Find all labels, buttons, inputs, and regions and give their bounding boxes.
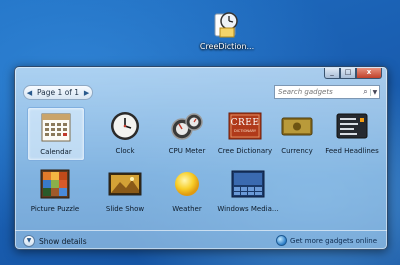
chevron-left-icon[interactable]: ◀ (24, 89, 35, 97)
gadget-tile-cpu-meter[interactable]: CPU Meter (159, 107, 215, 159)
gadget-label: Feed Headlines (325, 147, 379, 155)
gadget-tile-currency[interactable]: Currency (269, 107, 325, 159)
gadget-tile-clock[interactable]: Clock (97, 107, 153, 159)
gadget-tile-picture-puzzle[interactable]: Picture Puzzle (27, 165, 83, 217)
gadget-tile-windows-media[interactable]: Windows Media... (215, 165, 281, 217)
gadget-label: Weather (172, 205, 202, 213)
gadget-tile-slide-show[interactable]: Slide Show (97, 165, 153, 217)
gadget-label: Cree Dictionary (217, 147, 273, 155)
gadget-tile-cree-dictionary[interactable]: CREE DICTIONARY Cree Dictionary (217, 107, 273, 159)
get-more-gadgets-link[interactable]: Get more gadgets online (276, 235, 377, 246)
chevron-down-icon[interactable]: ▼ (23, 235, 35, 247)
gadget-tile-feed-headlines[interactable]: Feed Headlines (324, 107, 380, 159)
logo-text: CREE (230, 118, 260, 128)
desktop-file-label: CreeDiction... (199, 42, 255, 51)
picture-puzzle-icon (38, 168, 72, 200)
slide-show-icon (108, 168, 142, 200)
gadget-label: CPU Meter (168, 147, 206, 155)
feed-headlines-icon (335, 110, 369, 142)
chevron-down-icon[interactable]: ▼ (369, 88, 379, 96)
show-details-label: Show details (39, 236, 87, 246)
gadget-label: Calendar (40, 148, 72, 156)
windows-media-icon (231, 168, 265, 200)
minimize-button[interactable]: _ (324, 68, 340, 79)
gadget-file-icon (212, 10, 242, 40)
gadget-label: Clock (115, 147, 135, 155)
gadget-label: Currency (281, 147, 313, 155)
gallery-footer: ▼ Show details Get more gadgets online (15, 230, 387, 249)
gadget-label: Windows Media... (217, 205, 279, 213)
close-button[interactable]: x (356, 68, 382, 79)
gadget-label: Slide Show (105, 205, 145, 213)
search-input[interactable] (275, 88, 361, 96)
get-more-gadgets-label: Get more gadgets online (290, 236, 377, 245)
calendar-icon (39, 111, 73, 143)
page-navigator: ◀ Page 1 of 1 ▶ (23, 85, 94, 100)
gadget-tile-calendar[interactable]: Calendar (27, 107, 85, 161)
cpu-meter-icon (170, 110, 204, 142)
chevron-right-icon[interactable]: ▶ (81, 89, 92, 97)
globe-icon (276, 235, 288, 246)
clock-icon (108, 110, 142, 142)
currency-icon (280, 110, 314, 142)
page-indicator: Page 1 of 1 (37, 88, 80, 97)
maximize-button[interactable]: □ (340, 68, 356, 79)
search-icon[interactable]: ⌕ (361, 87, 370, 97)
cree-dictionary-logo: CREE DICTIONARY (228, 110, 262, 142)
window-controls: _ □ x (324, 68, 382, 79)
gadget-tile-weather[interactable]: Weather (159, 165, 215, 217)
desktop-file-creedictionary[interactable]: CreeDiction... (197, 10, 257, 51)
search-box: ⌕ ▼ (274, 85, 380, 99)
gadget-gallery-window: _ □ x ◀ Page 1 of 1 ▶ ⌕ ▼ (14, 66, 388, 250)
show-details-toggle[interactable]: ▼ Show details (23, 235, 87, 247)
logo-subtext: DICTIONARY (233, 129, 257, 133)
weather-sun-icon (170, 168, 204, 200)
gadget-label: Picture Puzzle (30, 205, 80, 213)
